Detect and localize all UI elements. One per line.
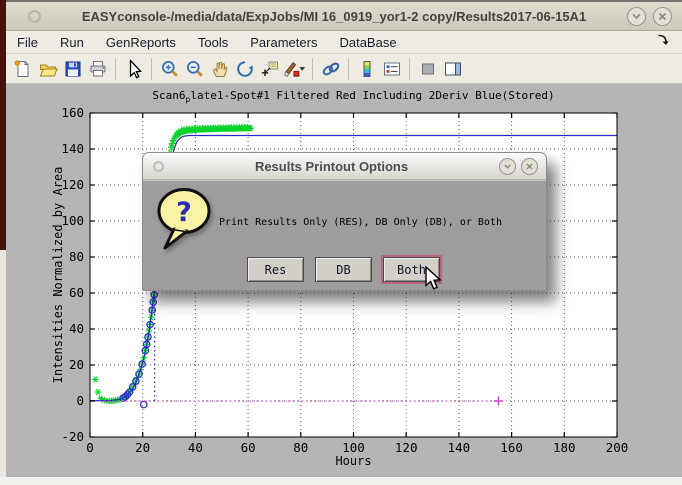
pointer-icon	[124, 59, 144, 79]
open-file-icon	[38, 59, 58, 79]
window-title: EASYconsole-/media/data/ExpJobs/MI 16_09…	[41, 9, 627, 24]
menu-item-parameters[interactable]: Parameters	[239, 33, 328, 52]
menubar: FileRunGenReportsToolsParametersDataBase	[6, 31, 682, 54]
dialog-body: ? Print Results Only (RES), DB Only (DB)…	[143, 180, 546, 290]
svg-text:140: 140	[61, 141, 84, 156]
data-cursor-icon	[260, 59, 280, 79]
figure-toolbar	[6, 54, 682, 84]
pan-button[interactable]	[207, 57, 232, 81]
save-figure-button[interactable]	[60, 57, 85, 81]
link-plots-button[interactable]	[318, 57, 343, 81]
hide-plot-tools-icon	[418, 59, 438, 79]
svg-text:160: 160	[500, 440, 523, 455]
window-icon	[28, 10, 41, 23]
close-icon	[524, 161, 535, 172]
svg-text:140: 140	[448, 440, 471, 455]
insert-legend-button[interactable]	[379, 57, 404, 81]
svg-text:120: 120	[395, 440, 418, 455]
dialog-shade-button[interactable]	[499, 158, 516, 175]
dialog-title: Results Printout Options	[164, 159, 499, 174]
easyconsole-window: EASYconsole-/media/data/ExpJobs/MI 16_09…	[0, 0, 682, 477]
window-left-border	[0, 0, 6, 477]
window-shade-button[interactable]	[627, 7, 646, 26]
insert-colorbar-icon	[357, 59, 377, 79]
menu-item-genreports[interactable]: GenReports	[95, 33, 187, 52]
menu-item-database[interactable]: DataBase	[328, 33, 407, 52]
svg-text:40: 40	[188, 440, 203, 455]
new-document-icon	[13, 59, 33, 79]
dock-figure-icon[interactable]	[656, 33, 670, 51]
print-figure-button[interactable]	[85, 57, 110, 81]
brush-data-icon	[282, 59, 307, 79]
data-cursor-button[interactable]	[257, 57, 282, 81]
svg-text:0: 0	[86, 440, 94, 455]
zoom-out-icon	[185, 59, 205, 79]
svg-text:200: 200	[606, 440, 629, 455]
svg-text:40: 40	[69, 321, 84, 336]
rotate-3d-button[interactable]	[232, 57, 257, 81]
svg-text:20: 20	[69, 357, 84, 372]
toolbar-separator	[312, 58, 313, 80]
link-plots-icon	[321, 59, 341, 79]
menu-item-tools[interactable]: Tools	[187, 33, 239, 52]
svg-text:80: 80	[69, 249, 84, 264]
dialog-button-db[interactable]: DB	[315, 257, 372, 282]
toolbar-separator	[348, 58, 349, 80]
svg-text:-20: -20	[61, 429, 84, 444]
svg-text:20: 20	[135, 440, 150, 455]
plot-ylabel: Intensities Normalized by Area	[51, 160, 65, 390]
window-close-button[interactable]	[653, 7, 672, 26]
insert-colorbar-button[interactable]	[354, 57, 379, 81]
chevron-down-icon	[630, 10, 643, 23]
zoom-in-button[interactable]	[157, 57, 182, 81]
menu-item-run[interactable]: Run	[49, 33, 95, 52]
dialog-titlebar[interactable]: Results Printout Options	[143, 153, 546, 180]
menu-item-file[interactable]: File	[6, 33, 49, 52]
toolbar-separator	[151, 58, 152, 80]
plot-title: Scan6plate1-Spot#1 Filtered Red Includin…	[90, 89, 617, 104]
show-plot-tools-button[interactable]	[440, 57, 465, 81]
plot-xlabel: Hours	[90, 454, 617, 468]
window-titlebar[interactable]: EASYconsole-/media/data/ExpJobs/MI 16_09…	[6, 2, 682, 31]
open-file-button[interactable]	[35, 57, 60, 81]
question-bubble-icon: ?	[154, 185, 216, 255]
rotate-3d-icon	[235, 59, 255, 79]
svg-text:180: 180	[553, 440, 576, 455]
pan-icon	[210, 59, 230, 79]
pointer-button[interactable]	[121, 57, 146, 81]
svg-text:160: 160	[61, 105, 84, 120]
svg-text:80: 80	[293, 440, 308, 455]
toolbar-separator	[115, 58, 116, 80]
svg-text:0: 0	[76, 393, 84, 408]
svg-text:60: 60	[69, 285, 84, 300]
hide-plot-tools-button[interactable]	[415, 57, 440, 81]
svg-text:60: 60	[241, 440, 256, 455]
mouse-cursor	[424, 266, 443, 292]
dialog-window-icon	[153, 161, 164, 172]
brush-data-button[interactable]	[282, 57, 307, 81]
dialog-close-button[interactable]	[521, 158, 538, 175]
new-document-button[interactable]	[10, 57, 35, 81]
zoom-out-button[interactable]	[182, 57, 207, 81]
dialog-button-res[interactable]: Res	[247, 257, 304, 282]
show-plot-tools-icon	[443, 59, 463, 79]
save-figure-icon	[63, 59, 83, 79]
zoom-in-icon	[160, 59, 180, 79]
print-figure-icon	[88, 59, 108, 79]
svg-text:?: ?	[176, 197, 192, 228]
svg-text:100: 100	[342, 440, 365, 455]
insert-legend-icon	[382, 59, 402, 79]
dialog-message: Print Results Only (RES), DB Only (DB), …	[219, 217, 539, 228]
close-icon	[656, 10, 669, 23]
toolbar-separator	[409, 58, 410, 80]
results-printout-dialog: Results Printout Options ? Print Results…	[142, 152, 547, 291]
chevron-down-icon	[502, 161, 513, 172]
